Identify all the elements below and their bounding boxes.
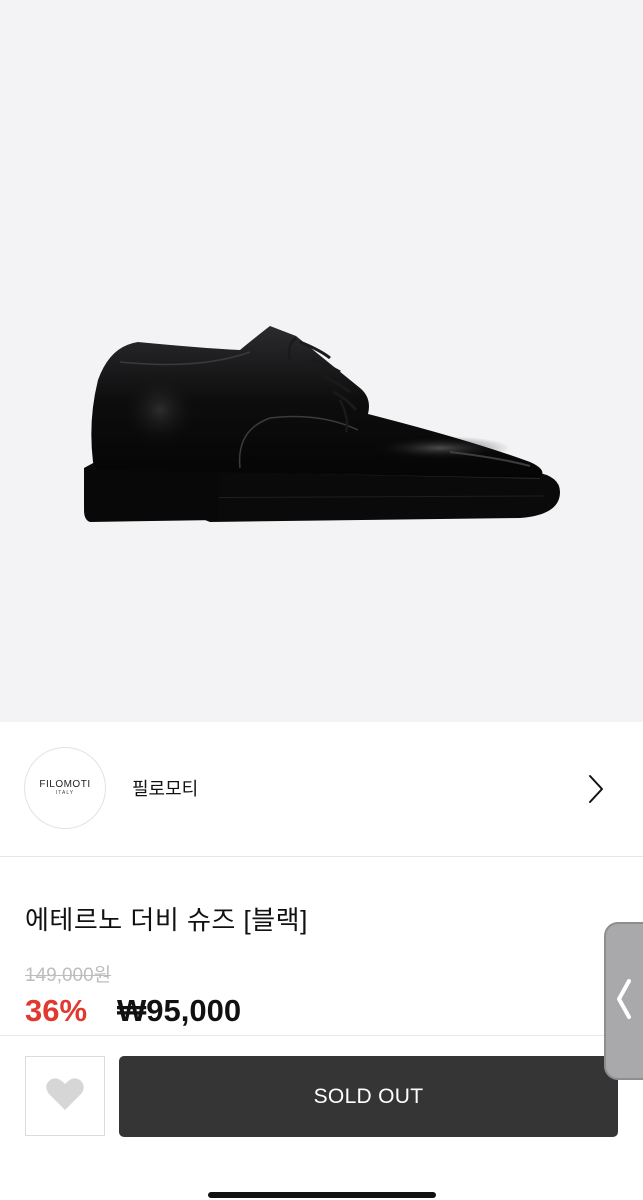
brand-name[interactable]: 필로모티 [132,775,198,801]
heart-icon [45,1076,85,1117]
sale-price: ₩95,000 [117,993,242,1028]
home-indicator [208,1192,436,1198]
product-title: 에테르노 더비 슈즈 [블랙] [25,905,308,935]
divider [0,1035,643,1036]
side-tab[interactable] [604,922,643,1080]
sold-out-button[interactable]: SOLD OUT [119,1056,618,1137]
original-price: 149,000원 [25,965,112,986]
brand-logo-subtext: ITALY [55,789,75,796]
chevron-right-icon[interactable] [586,773,606,810]
discount-rate: 36% [25,993,88,1028]
derby-shoe-image [84,326,560,522]
brand-row[interactable]: FILOMOTI ITALY 필로모티 [0,722,643,857]
brand-logo-text: FILOMOTI [39,778,91,790]
wishlist-button[interactable] [25,1056,105,1136]
product-image[interactable] [0,0,643,722]
chevron-left-icon [616,977,632,1026]
brand-logo: FILOMOTI ITALY [24,747,106,829]
sold-out-label: SOLD OUT [313,1084,424,1108]
